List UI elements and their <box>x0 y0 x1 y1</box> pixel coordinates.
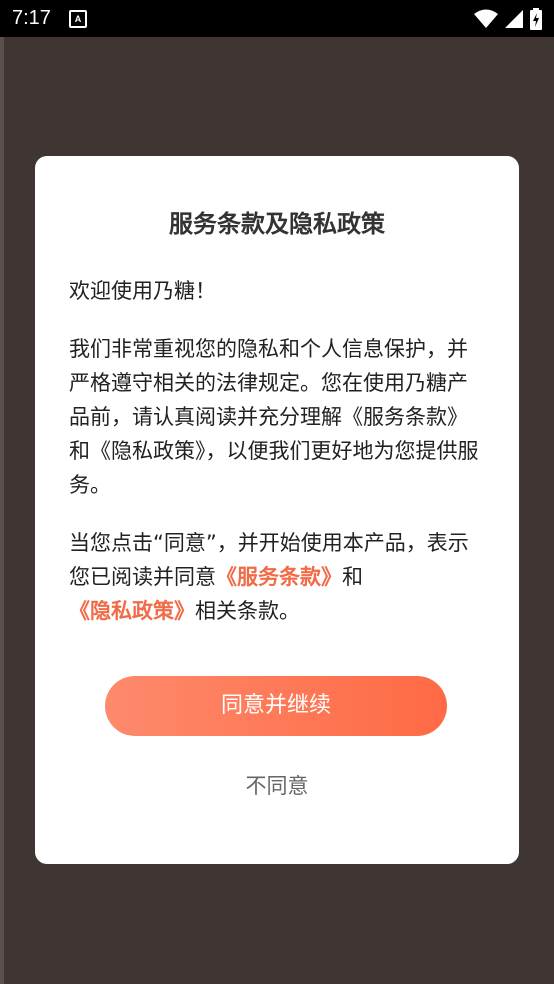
agree-button[interactable]: 同意并继续 <box>105 676 447 736</box>
terms-link[interactable]: 《服务条款》 <box>216 565 342 589</box>
status-indicators <box>474 7 542 30</box>
disagree-button[interactable]: 不同意 <box>35 770 519 800</box>
status-time: 7:17 <box>12 7 51 29</box>
backdrop-edge <box>0 37 4 984</box>
wifi-icon <box>474 9 498 28</box>
dialog-title: 服务条款及隐私政策 <box>169 210 385 238</box>
notification-icon: A <box>68 9 87 28</box>
privacy-dialog: 服务条款及隐私政策 欢迎使用乃糖！ 我们非常重视您的隐私和个人信息保护，并严格遵… <box>35 156 519 864</box>
intro-paragraph: 我们非常重视您的隐私和个人信息保护，并严格遵守相关的法律规定。您在使用乃糖产品前… <box>69 337 479 497</box>
greeting-text: 欢迎使用乃糖！ <box>69 279 216 303</box>
consent-text-2: 和 <box>342 565 363 589</box>
signal-icon <box>505 9 523 28</box>
dialog-body: 欢迎使用乃糖！ 我们非常重视您的隐私和个人信息保护，并严格遵守相关的法律规定。您… <box>69 274 485 628</box>
consent-paragraph: 当您点击“同意”，并开始使用本产品，表示您已阅读并同意《服务条款》和 《隐私政策》… <box>69 526 485 628</box>
privacy-link[interactable]: 《隐私政策》 <box>69 599 195 623</box>
status-bar: 7:17 A <box>0 0 554 37</box>
battery-icon <box>530 7 542 30</box>
consent-text-3: 相关条款。 <box>195 599 300 623</box>
